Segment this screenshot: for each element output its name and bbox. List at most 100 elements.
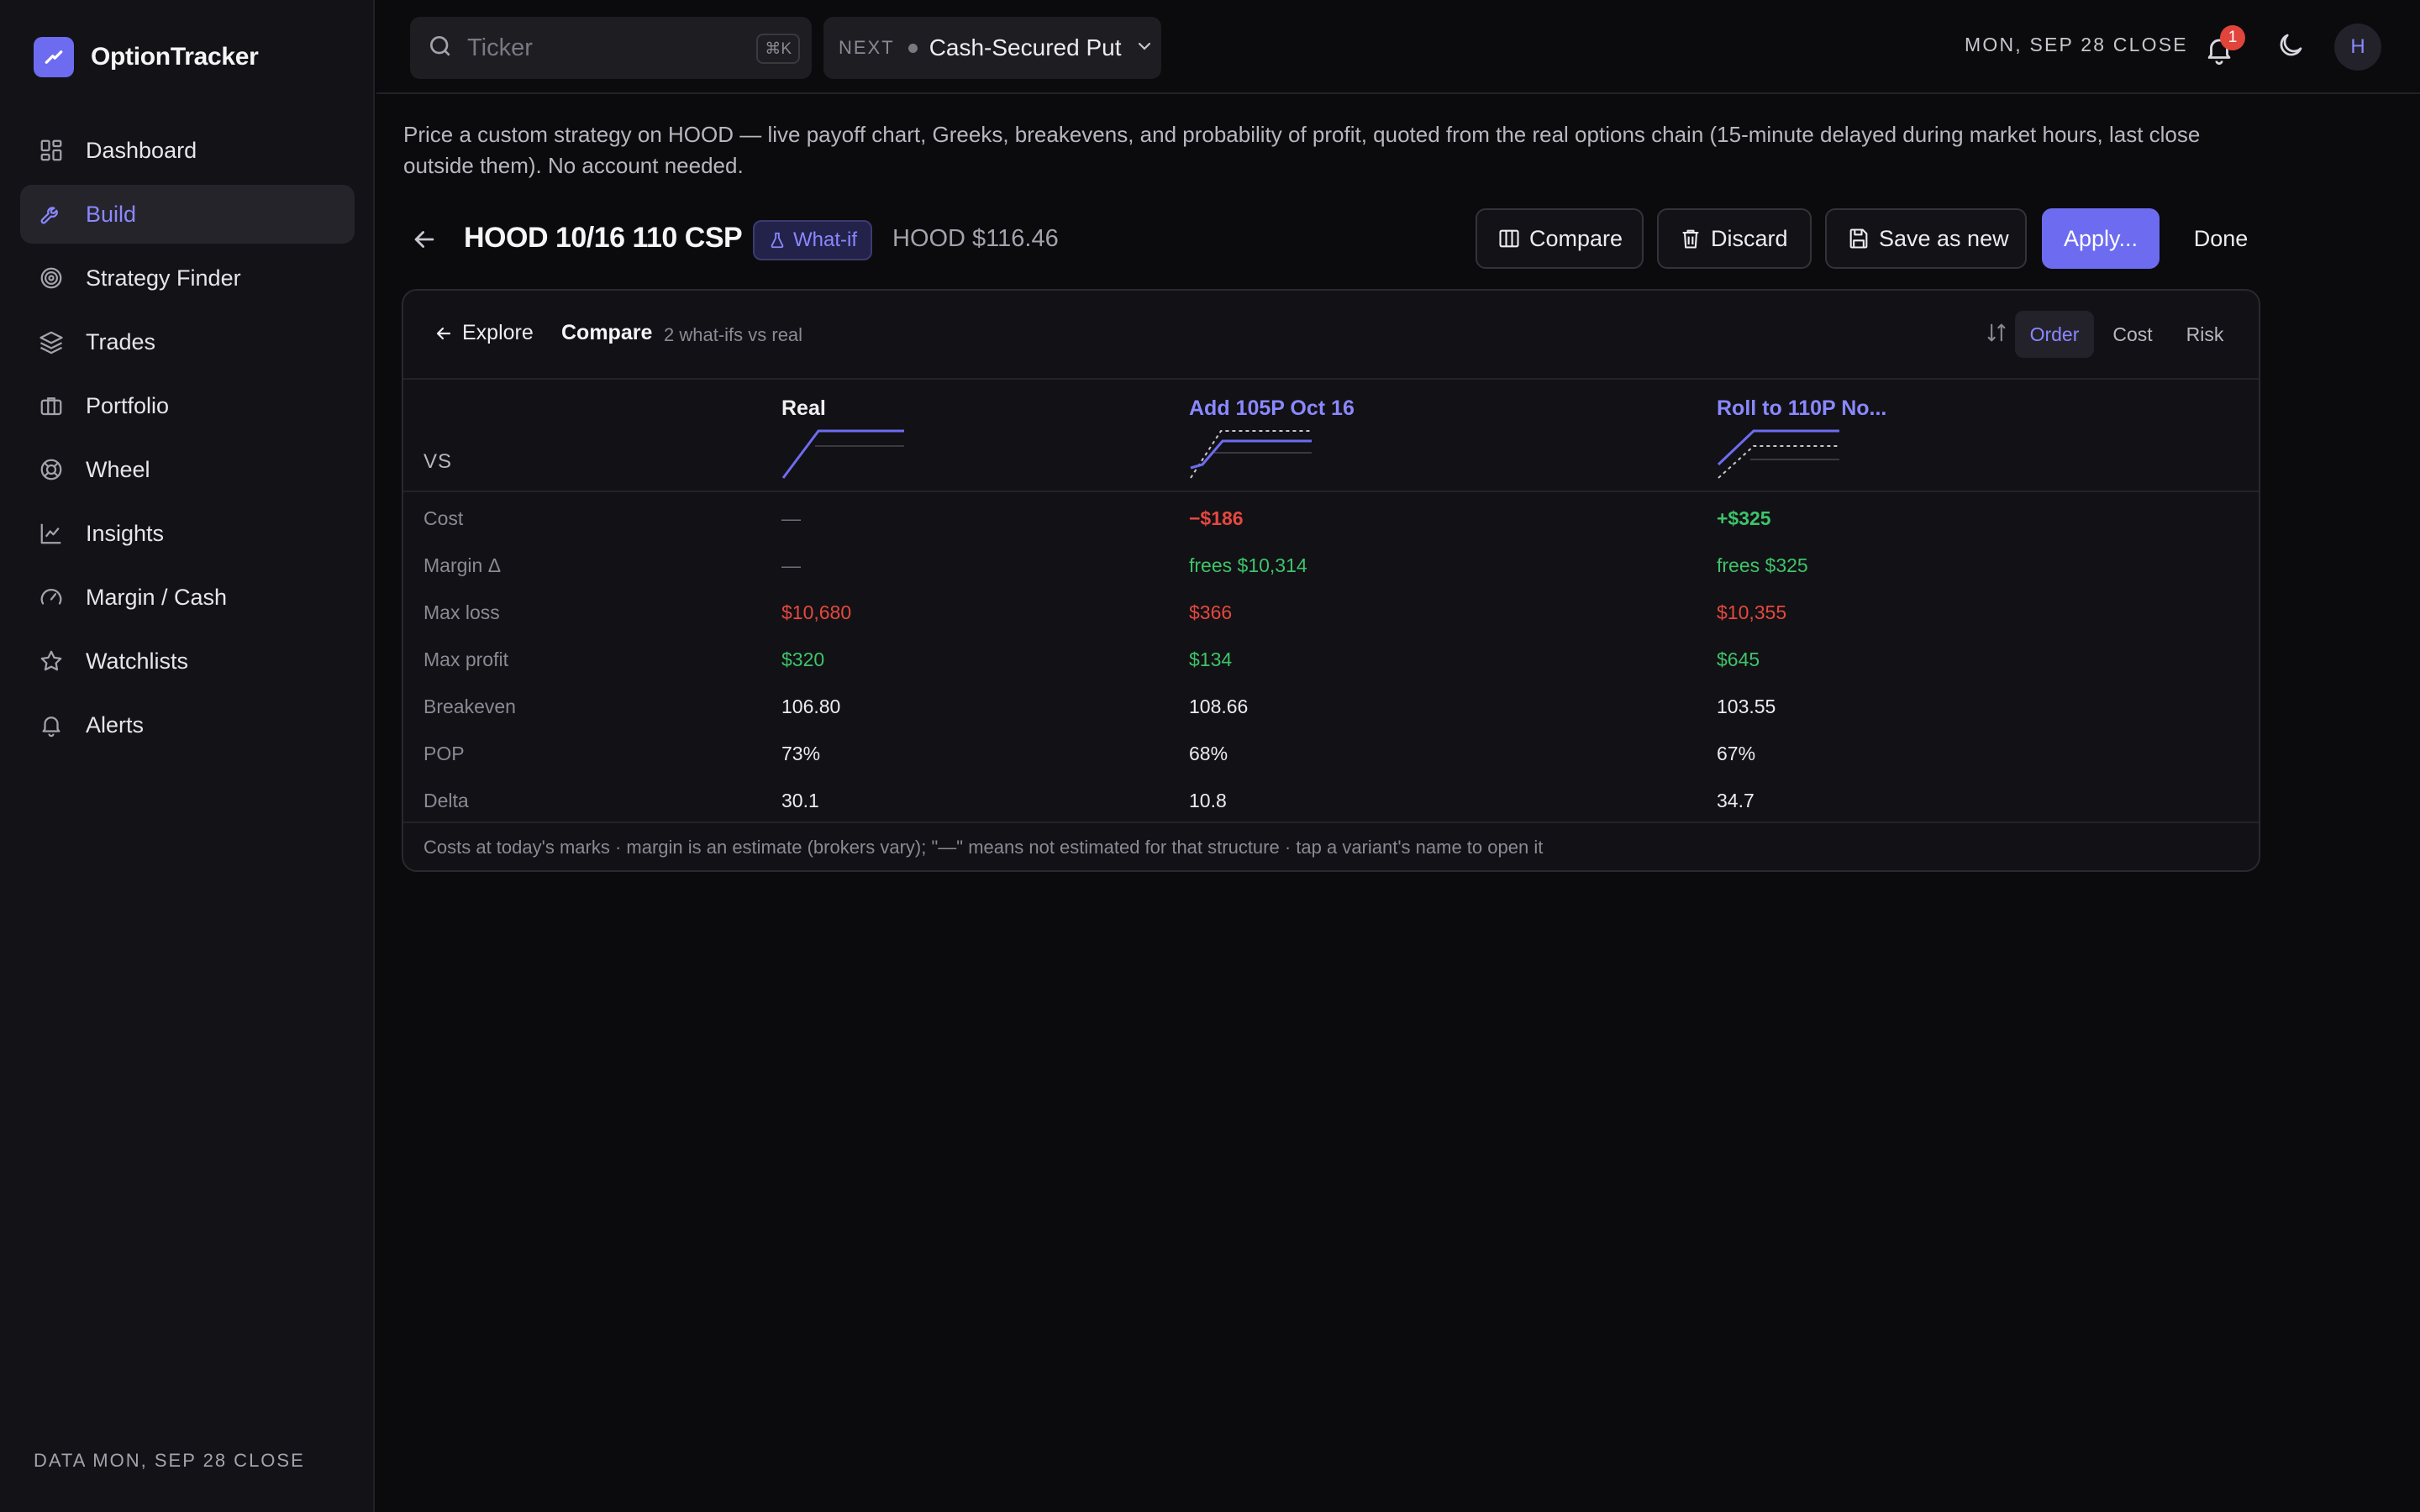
- row-label: Margin Δ: [424, 554, 502, 576]
- avatar[interactable]: H: [2334, 24, 2381, 71]
- sidebar: OptionTracker Dashboard Build Strategy F…: [0, 0, 375, 1512]
- next-strategy-select[interactable]: NEXT Cash-Secured Put: [823, 17, 1161, 79]
- back-button[interactable]: [410, 225, 444, 259]
- payoff-sparkline: [1190, 430, 1312, 479]
- bell-icon: [37, 711, 66, 739]
- columns-icon: [1499, 229, 1519, 248]
- notifications-button[interactable]: 1: [2202, 25, 2245, 67]
- sidebar-item-build[interactable]: Build: [20, 185, 355, 244]
- layers-icon: [37, 328, 66, 356]
- sidebar-item-margin-cash[interactable]: Margin / Cash: [20, 568, 355, 627]
- cell-real: —: [781, 507, 801, 529]
- apply-button[interactable]: Apply...: [2042, 208, 2160, 269]
- cell-variant-2: frees $325: [1717, 554, 1808, 576]
- underlying-quote: HOOD $116.46: [892, 225, 1059, 252]
- table-row-max-loss: Max loss $10,680 $366 $10,355: [403, 586, 2259, 633]
- column-name: Roll to 110P No...: [1717, 396, 1887, 420]
- cell-variant-2: $645: [1717, 648, 1760, 670]
- column-header-variant-2[interactable]: Roll to 110P No...: [1717, 396, 1886, 480]
- cell-variant-1: 108.66: [1189, 696, 1249, 717]
- cell-variant-1: $134: [1189, 648, 1233, 670]
- save-as-new-button[interactable]: Save as new: [1825, 208, 2027, 269]
- topbar: ⌘K NEXT Cash-Secured Put MON, SEP 28 CLO…: [376, 0, 2420, 94]
- sort-order-button[interactable]: Order: [2015, 311, 2094, 358]
- sidebar-item-label: Portfolio: [86, 392, 170, 418]
- next-value: Cash-Secured Put: [929, 34, 1122, 60]
- save-icon: [1849, 228, 1868, 249]
- shortcut-hint: ⌘K: [756, 34, 800, 64]
- cell-variant-1: 10.8: [1189, 790, 1227, 811]
- done-button[interactable]: Done: [2183, 208, 2259, 269]
- cell-variant-1: −$186: [1189, 507, 1244, 529]
- table-row-pop: POP 73% 68% 67%: [403, 727, 2259, 774]
- target-icon: [37, 264, 66, 292]
- cell-real: 73%: [781, 743, 821, 764]
- brand[interactable]: OptionTracker: [34, 37, 259, 77]
- cell-variant-2: +$325: [1717, 507, 1771, 529]
- sidebar-item-watchlists[interactable]: Watchlists: [20, 632, 355, 690]
- wrench-icon: [37, 200, 66, 228]
- payoff-sparkline: [1717, 429, 1839, 479]
- dashboard-icon: [37, 136, 66, 165]
- cell-real: $10,680: [781, 601, 852, 623]
- sort-risk-button[interactable]: Risk: [2175, 311, 2235, 358]
- explore-back-link[interactable]: Explore: [434, 321, 534, 345]
- compare-panel: Explore Compare 2 what-ifs vs real Order…: [402, 289, 2260, 872]
- cell-real: $320: [781, 648, 825, 670]
- compare-button[interactable]: Compare: [1476, 208, 1644, 269]
- star-icon: [37, 647, 66, 675]
- theme-toggle[interactable]: [2275, 30, 2311, 66]
- column-name: Add 105P Oct 16: [1189, 396, 1355, 420]
- app-logo-icon: [34, 37, 74, 77]
- cell-variant-1: frees $10,314: [1189, 554, 1307, 576]
- cell-real: 30.1: [781, 790, 819, 811]
- sidebar-item-alerts[interactable]: Alerts: [20, 696, 355, 754]
- discard-button[interactable]: Discard: [1657, 208, 1812, 269]
- arrow-left-icon: [414, 231, 434, 248]
- sidebar-item-label: Alerts: [86, 711, 145, 738]
- gauge-icon: [37, 583, 66, 612]
- column-name: Real: [781, 396, 826, 420]
- sidebar-item-wheel[interactable]: Wheel: [20, 440, 355, 499]
- what-if-label: What-if: [793, 228, 858, 251]
- sidebar-item-label: Strategy Finder: [86, 265, 241, 291]
- sidebar-item-insights[interactable]: Insights: [20, 504, 355, 563]
- column-header-variant-1[interactable]: Add 105P Oct 16: [1189, 396, 1355, 480]
- next-label: NEXT: [839, 37, 895, 58]
- data-timestamp: DATA MON, SEP 28 CLOSE: [34, 1450, 305, 1471]
- briefcase-icon: [37, 391, 66, 420]
- column-header-real[interactable]: Real: [781, 396, 908, 480]
- table-row-delta: Delta 30.1 10.8 34.7: [403, 774, 2259, 822]
- row-label: Max profit: [424, 648, 508, 670]
- what-if-badge: What-if: [753, 220, 873, 260]
- lifebuoy-icon: [37, 455, 66, 484]
- vs-label: VS: [424, 450, 453, 473]
- explore-label: Explore: [462, 321, 534, 344]
- sidebar-item-label: Watchlists: [86, 648, 189, 674]
- page-description: Price a custom strategy on HOOD — live p…: [403, 122, 2201, 178]
- notification-count-badge: 1: [2220, 25, 2245, 50]
- compare-panel-header: Explore Compare 2 what-ifs vs real Order…: [403, 291, 2259, 380]
- chart-line-icon: [37, 519, 66, 548]
- sidebar-item-dashboard[interactable]: Dashboard: [20, 121, 355, 180]
- compare-subtitle: 2 what-ifs vs real: [664, 324, 803, 345]
- payoff-sparkline: [781, 429, 904, 479]
- sidebar-item-label: Dashboard: [86, 137, 197, 163]
- strategy-header: HOOD 10/16 110 CSP What-if HOOD $116.46 …: [403, 208, 2260, 272]
- cell-variant-2: 67%: [1717, 743, 1756, 764]
- trash-icon: [1682, 229, 1699, 249]
- search-box[interactable]: ⌘K: [410, 17, 812, 79]
- sidebar-item-label: Wheel: [86, 456, 150, 482]
- sort-cost-button[interactable]: Cost: [2099, 311, 2166, 358]
- sidebar-item-strategy-finder[interactable]: Strategy Finder: [20, 249, 355, 307]
- cell-variant-1: $366: [1189, 601, 1233, 623]
- search-input[interactable]: [467, 34, 744, 62]
- table-row-margin: Margin Δ — frees $10,314 frees $325: [403, 539, 2259, 586]
- compare-title: Compare: [561, 321, 653, 344]
- status-dot: [908, 43, 918, 53]
- sidebar-item-label: Insights: [86, 520, 165, 546]
- row-label: POP: [424, 743, 465, 764]
- sidebar-item-portfolio[interactable]: Portfolio: [20, 376, 355, 435]
- sidebar-item-trades[interactable]: Trades: [20, 312, 355, 371]
- compare-table: Cost — −$186 +$325 Margin Δ — frees $10,…: [403, 492, 2259, 822]
